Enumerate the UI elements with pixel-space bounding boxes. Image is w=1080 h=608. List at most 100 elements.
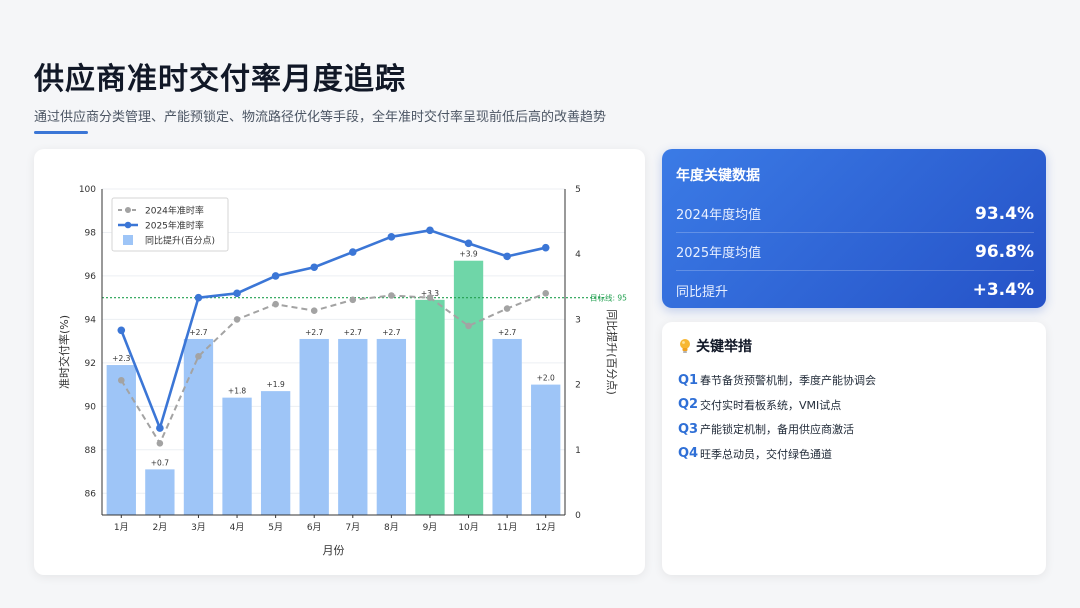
series-2025-point-2 (156, 424, 164, 432)
y2-tick-label: 5 (575, 185, 581, 195)
legend-swatch-bars (123, 235, 133, 245)
bar-yoy-7 (338, 338, 368, 515)
series-2025-point-8 (387, 233, 396, 241)
stat-row-yoy: 同比提升 +3.4% (676, 271, 1034, 309)
series-2024-point-1 (117, 376, 125, 384)
x-tick-label: 3月 (191, 522, 206, 533)
series-2025-point-12 (541, 243, 550, 252)
series-2025-point-1 (117, 326, 126, 335)
series-2025-point-10 (464, 239, 473, 248)
bar-data-label: +0.7 (151, 458, 169, 467)
bar-data-label: +1.9 (267, 380, 285, 389)
series-2025-point-6 (310, 263, 319, 272)
delivery-rate-chart: +2.3+0.7+2.7+1.8+1.9+2.7 +2.7 +2.7+3.3+3.9… (57, 185, 627, 557)
series-2025-point-7 (348, 248, 357, 256)
bar-data-label: +2.7 (305, 328, 323, 337)
bar-yoy-3 (183, 338, 214, 515)
bar-data-label: +2.7 (344, 328, 362, 337)
action-text: 旺季总动员，交付绿色通道 (700, 447, 832, 461)
x-tick-label: 6月 (307, 522, 322, 533)
y2-tick-label: 1 (575, 446, 581, 456)
x-tick-label: 4月 (230, 522, 245, 533)
series-2025-point-9 (426, 226, 434, 235)
quarter-label: Q4 (678, 446, 699, 462)
series-2024-point-11 (503, 305, 511, 312)
bar-yoy-4 (222, 397, 252, 515)
stat-value: 93.4% (975, 203, 1034, 224)
quarter-label: Q1 (678, 372, 699, 388)
x-tick-label: 9月 (423, 522, 438, 533)
action-text: 交付实时看板系统，VMI试点 (700, 398, 842, 412)
page-title: 供应商准时交付率月度追踪 (34, 62, 406, 97)
annual-stats-card: 年度关键数据 2024年度均值 93.4% 2025年度均值 96.8% 同比提… (662, 149, 1046, 308)
bar-data-label: +2.3 (112, 354, 130, 363)
series-2025-point-11 (503, 252, 511, 261)
y-axis-title: 准时交付率(%) (57, 315, 71, 389)
x-tick-label: 7月 (345, 522, 360, 533)
bar-data-label: +3.9 (459, 250, 477, 259)
series-2024-point-3 (195, 353, 202, 360)
y-tick-label: 86 (85, 489, 97, 499)
bar-data-label: +2.0 (537, 374, 555, 383)
series-2024-point-12 (542, 290, 550, 297)
stats-title: 年度关键数据 (676, 168, 760, 184)
x-tick-label: 11月 (497, 522, 517, 533)
action-item-q4: Q4 旺季总动员，交付绿色通道 (678, 442, 1032, 467)
y-tick-label: 92 (85, 359, 96, 369)
series-2024-point-10 (465, 322, 472, 330)
y-tick-label: 100 (79, 185, 96, 195)
series-2024-point-5 (272, 300, 279, 308)
stat-row-2024: 2024年度均值 93.4% (676, 195, 1034, 233)
series-2025-point-4 (233, 289, 241, 298)
x-tick-label: 10月 (458, 522, 478, 533)
quarter-label: Q2 (678, 397, 699, 413)
stat-label: 2025年度均值 (676, 246, 762, 261)
bar-yoy-2 (145, 469, 175, 515)
series-2024-point-4 (233, 316, 241, 323)
y-tick-label: 88 (85, 446, 97, 456)
action-item-q2: Q2 交付实时看板系统，VMI试点 (678, 393, 1032, 418)
stat-label: 2024年度均值 (676, 208, 762, 223)
series-2024-point-7 (349, 296, 357, 304)
stat-value: +3.4% (972, 280, 1034, 300)
action-text: 春节备货预警机制，季度产能协调会 (700, 374, 876, 388)
bar-data-label: +2.7 (498, 328, 516, 337)
action-item-q3: Q3 产能锁定机制，备用供应商激活 (678, 417, 1032, 442)
action-item-q1: Q1 春节备货预警机制，季度产能协调会 (678, 368, 1032, 393)
bar-yoy-8 (376, 338, 407, 515)
y2-tick-label: 3 (575, 315, 581, 325)
stat-label: 同比提升 (676, 284, 729, 300)
series-2025-point-5 (271, 272, 280, 280)
bar-yoy-1 (106, 365, 136, 515)
bar-yoy-6 (299, 338, 329, 515)
bar-yoy-10 (453, 260, 484, 515)
stat-value: 96.8% (975, 241, 1034, 262)
y2-tick-label: 2 (575, 381, 581, 391)
legend-label-bars: 同比提升(百分点) (145, 235, 215, 247)
chart-card: +2.3 +0.7 +2.7 +1.8 +1.9 +2.7 +2.7 +2.7 +3.3 +3.9… (34, 149, 645, 575)
x-axis-title: 月份 (323, 544, 345, 557)
y-tick-label: 90 (85, 402, 97, 412)
page-subtitle: 通过供应商分类管理、产能预锁定、物流路径优化等手段，全年准时交付率呈现前低后高的… (34, 110, 607, 125)
y2-tick-label: 4 (575, 250, 581, 260)
x-tick-label: 12月 (535, 522, 555, 533)
legend-marker-2025 (124, 221, 132, 229)
bar-data-label: +2.7 (382, 328, 400, 337)
x-tick-label: 2月 (153, 522, 168, 533)
legend-label-2024: 2024年准时率 (145, 205, 204, 217)
series-2024-point-2 (156, 439, 164, 447)
series-2024-point-9 (426, 294, 434, 301)
legend-label-2025: 2025年准时率 (145, 220, 204, 232)
action-text: 产能锁定机制，备用供应商激活 (700, 423, 854, 437)
y2-axis-title: 同比提升(百分点) (605, 309, 618, 395)
bar-data-label: +1.8 (228, 387, 246, 396)
actions-header: 关键举措 (678, 336, 1032, 356)
key-actions-card: 关键举措 Q1 春节备货预警机制，季度产能协调会 Q2 交付实时看板系统，VMI… (662, 322, 1046, 575)
bar-data-label: +2.7 (189, 328, 207, 337)
quarter-label: Q3 (678, 421, 699, 437)
bar-yoy-9 (415, 299, 445, 515)
y-tick-label: 98 (85, 228, 97, 238)
lightbulb-icon (680, 339, 690, 353)
series-2024-point-8 (388, 292, 395, 299)
actions-title: 关键举措 (696, 339, 752, 355)
